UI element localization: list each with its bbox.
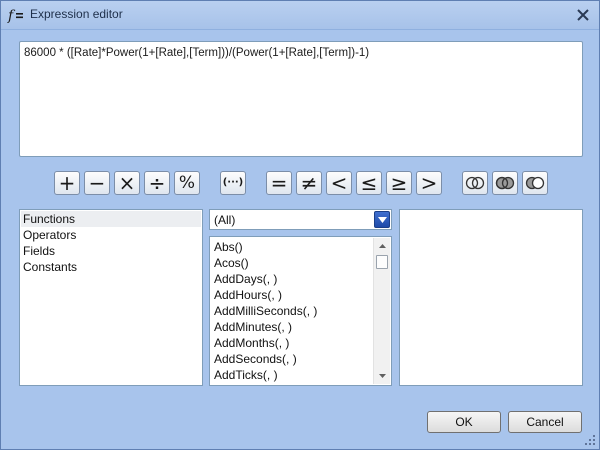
list-item[interactable]: AddHours(, ) [214,288,282,302]
multiply-button[interactable]: × [114,171,140,195]
or-button[interactable] [492,171,518,195]
plus-button[interactable]: + [54,171,80,195]
filter-selected-value: (All) [214,213,236,227]
close-icon [577,9,589,21]
minus-icon: − [88,171,106,195]
and-icon [465,176,485,190]
less-than-icon: < [330,171,348,195]
or-icon [495,176,515,190]
not-equal-icon: ≠ [300,171,318,195]
category-item-functions[interactable]: Functions [23,212,75,226]
not-button[interactable] [522,171,548,195]
list-item[interactable]: AddMinutes(, ) [214,320,292,334]
equal-icon: = [270,171,288,195]
plus-icon: + [58,171,76,195]
list-item[interactable]: AddMilliSeconds(, ) [214,304,317,318]
category-item-operators[interactable]: Operators [23,228,76,242]
scroll-down-button[interactable] [374,369,390,383]
chevron-down-icon [377,216,387,223]
list-item[interactable]: AddMonths(, ) [214,336,289,350]
scroll-up-arrow-icon [378,244,386,248]
percent-icon: % [178,173,196,193]
less-or-equal-button[interactable]: ≤ [356,171,382,195]
title-bar: f Expression editor [1,1,599,30]
function-list: Abs() Acos() AddDays(, ) AddHours(, ) Ad… [209,236,392,386]
multiply-icon: × [118,171,136,195]
list-item[interactable]: Acos() [214,256,249,270]
filter-dropdown[interactable]: (All) [209,209,392,230]
expression-input[interactable] [19,41,583,157]
greater-than-icon: > [420,171,438,195]
category-item-fields[interactable]: Fields [23,244,55,258]
window-title: Expression editor [30,7,123,21]
and-button[interactable] [462,171,488,195]
resize-grip-icon[interactable] [584,434,596,446]
not-icon [525,176,545,190]
minus-button[interactable]: − [84,171,110,195]
close-button[interactable] [573,5,593,25]
less-than-button[interactable]: < [326,171,352,195]
greater-or-equal-icon: ≥ [390,171,408,195]
category-item-constants[interactable]: Constants [23,260,77,274]
cancel-button[interactable]: Cancel [508,411,582,433]
modulo-button[interactable]: % [174,171,200,195]
ok-button[interactable]: OK [427,411,501,433]
description-panel [399,209,583,386]
function-icon: f [7,8,23,24]
list-item[interactable]: AddTicks(, ) [214,368,278,382]
less-or-equal-icon: ≤ [360,171,378,195]
dropdown-toggle[interactable] [374,211,390,228]
greater-or-equal-button[interactable]: ≥ [386,171,412,195]
list-item[interactable]: AddDays(, ) [214,272,277,286]
parentheses-icon: (···) [222,177,244,188]
expression-editor-window: f Expression editor + − × ÷ % (···) = ≠ … [0,0,600,450]
divide-icon: ÷ [148,171,166,195]
greater-than-button[interactable]: > [416,171,442,195]
not-equal-button[interactable]: ≠ [296,171,322,195]
scroll-up-button[interactable] [374,239,390,253]
parentheses-button[interactable]: (···) [220,171,246,195]
list-item[interactable]: AddSeconds(, ) [214,352,297,366]
vertical-scrollbar[interactable] [373,238,390,384]
list-item[interactable]: Abs() [214,240,243,254]
scroll-down-arrow-icon [378,374,386,378]
equal-button[interactable]: = [266,171,292,195]
category-list: Functions Operators Fields Constants [19,209,203,386]
divide-button[interactable]: ÷ [144,171,170,195]
scrollbar-thumb[interactable] [376,255,388,269]
